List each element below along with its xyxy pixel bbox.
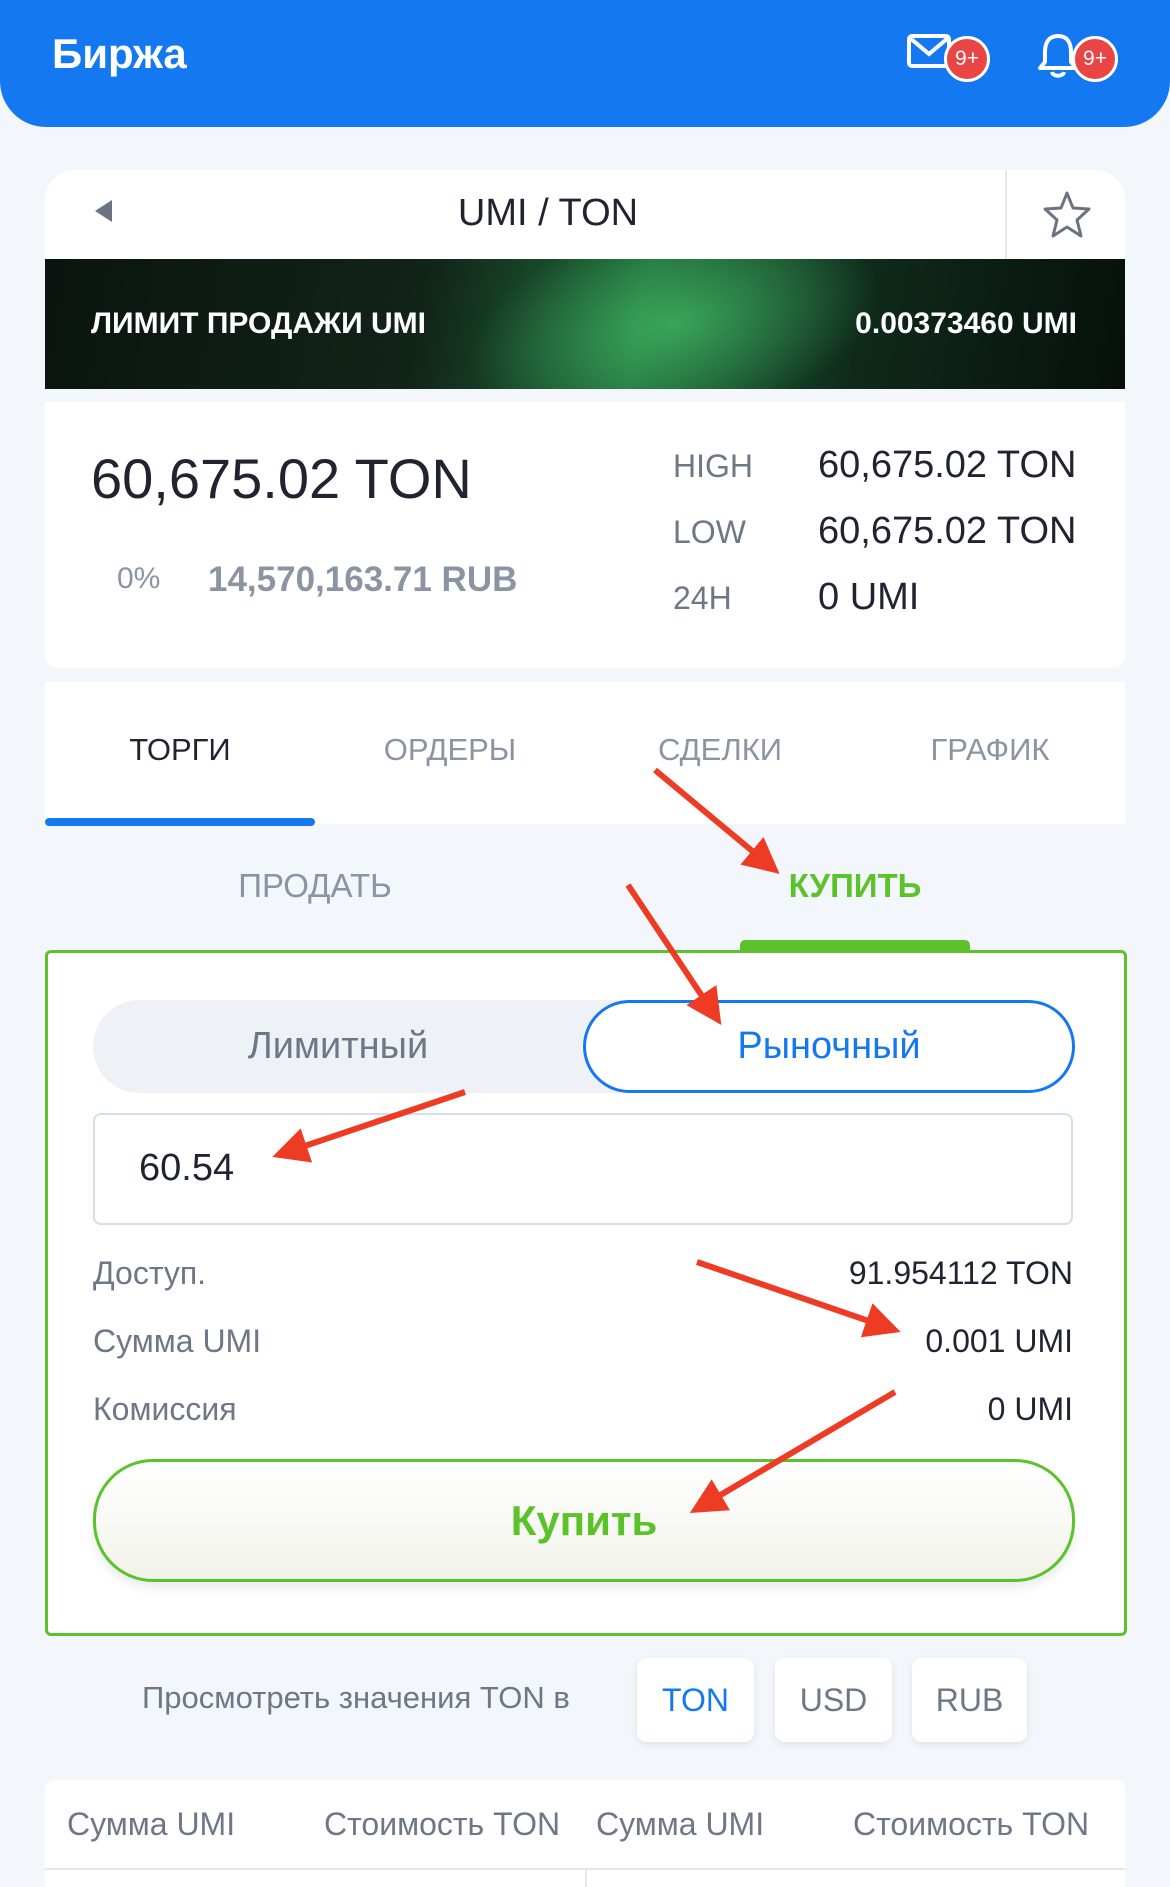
active-tab-indicator: [45, 818, 315, 826]
fee-label: Комиссия: [93, 1391, 237, 1427]
sum-label: Сумма UMI: [93, 1323, 262, 1359]
low-label: LOW: [673, 514, 746, 550]
high-value: 60,675.02 TON: [818, 444, 1077, 486]
notifications-button[interactable]: 9+: [1034, 24, 1120, 94]
price-change: 0%: [117, 562, 161, 595]
available-value: 91.954112 TON: [848, 1255, 1073, 1291]
order-type-switch: Лимитный Рыночный: [93, 1000, 1075, 1093]
pair-name[interactable]: UMI / TON: [45, 192, 1051, 235]
sum-value: 0.001 UMI: [925, 1323, 1073, 1359]
sell-limit-value: 0.00373460 UMI: [855, 307, 1077, 340]
order-type-market[interactable]: Рыночный: [583, 1000, 1075, 1093]
buy-button[interactable]: Купить: [93, 1459, 1075, 1582]
tab-sell[interactable]: ПРОДАТЬ: [165, 867, 465, 905]
low-value: 60,675.02 TON: [818, 510, 1077, 552]
column-cost-ton-2: Стоимость TON: [853, 1806, 1090, 1842]
fee-value: 0 UMI: [987, 1391, 1073, 1427]
notifications-badge: 9+: [1072, 36, 1118, 82]
currency-rub-button[interactable]: RUB: [912, 1658, 1027, 1742]
price-rub: 14,570,163.71 RUB: [208, 560, 518, 599]
sell-limit-label: ЛИМИТ ПРОДАЖИ UMI: [91, 307, 426, 340]
section-tabs: ТОРГИ ОРДЕРЫ СДЕЛКИ ГРАФИК: [45, 682, 1125, 826]
buy-tab-indicator: [740, 940, 970, 950]
tab-buy[interactable]: КУПИТЬ: [705, 867, 1005, 905]
high-label: HIGH: [673, 448, 753, 484]
available-label: Доступ.: [93, 1255, 207, 1291]
volume-value: 0 UMI: [818, 576, 920, 618]
favorite-star-icon[interactable]: [1040, 188, 1094, 242]
tab-trading[interactable]: ТОРГИ: [45, 732, 315, 768]
pair-selector: UMI / TON: [45, 170, 1125, 259]
order-type-limit[interactable]: Лимитный: [93, 1000, 583, 1093]
buy-order-form: Лимитный Рыночный 60.54 Доступ. 91.95411…: [45, 950, 1127, 1636]
banner-glow: [447, 259, 903, 389]
column-sum-umi-2: Сумма UMI: [596, 1806, 765, 1842]
sell-limit-banner: ЛИМИТ ПРОДАЖИ UMI 0.00373460 UMI: [45, 259, 1125, 389]
currency-ton-button[interactable]: TON: [637, 1658, 754, 1742]
volume-label: 24H: [673, 580, 732, 616]
amount-input[interactable]: 60.54: [93, 1113, 1073, 1225]
view-currency-label: Просмотреть значения TON в: [142, 1680, 570, 1715]
tab-orders[interactable]: ОРДЕРЫ: [315, 732, 585, 768]
tab-chart[interactable]: ГРАФИК: [855, 732, 1125, 768]
app-header: Биржа 9+ 9+: [0, 0, 1170, 127]
divider: [1005, 170, 1007, 259]
price-stats: 60,675.02 TON 0% 14,570,163.71 RUB HIGH …: [45, 402, 1125, 668]
amount-value: 60.54: [139, 1147, 235, 1189]
order-book-header: Сумма UMI Стоимость TON Сумма UMI Стоимо…: [45, 1780, 1125, 1887]
currency-usd-button[interactable]: USD: [775, 1658, 892, 1742]
column-divider: [585, 1868, 587, 1887]
mail-button[interactable]: 9+: [906, 24, 992, 94]
mail-badge: 9+: [944, 36, 990, 82]
tab-deals[interactable]: СДЕЛКИ: [585, 732, 855, 768]
column-cost-ton: Стоимость TON: [324, 1806, 561, 1842]
page-title: Биржа: [52, 30, 187, 77]
current-price: 60,675.02 TON: [91, 447, 472, 510]
column-sum-umi: Сумма UMI: [67, 1806, 236, 1842]
